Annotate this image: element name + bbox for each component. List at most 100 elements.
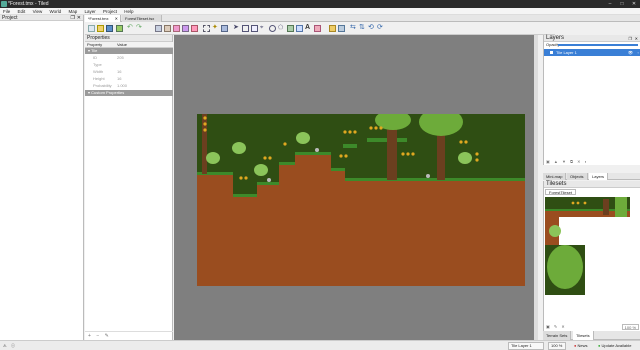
map-vertical-scrollbar[interactable] [534, 35, 538, 340]
prop-value: 16 [117, 69, 122, 74]
prop-row-height[interactable]: Height 16 [85, 76, 173, 82]
menu-edit[interactable]: Edit [15, 8, 29, 15]
flip-horizontal-icon[interactable]: ⇆ [350, 24, 357, 32]
duplicate-layer-icon[interactable]: ⧉ [570, 159, 573, 164]
insert-tile-icon[interactable] [287, 25, 294, 32]
tile-map[interactable] [197, 114, 525, 286]
tilesets-tabs: Terrain Sets Tilesets [543, 331, 640, 340]
prop-row-type[interactable]: Type [85, 62, 173, 68]
insert-text-icon[interactable]: A [305, 24, 312, 32]
delete-layer-icon[interactable]: ✕ [577, 159, 580, 164]
remove-tileset-icon[interactable]: ✕ [561, 324, 564, 329]
add-property-icon[interactable]: + [88, 333, 91, 339]
current-layer-selector[interactable]: Tile Layer 1 [508, 342, 544, 350]
tab-forest-tmx[interactable]: *Forest.tmx ✕ [85, 15, 121, 22]
eraser-icon[interactable] [191, 25, 198, 32]
opacity-slider[interactable] [558, 44, 638, 46]
close-icon[interactable]: ✕ [628, 0, 640, 8]
tileset-tab[interactable]: ForestTileset [545, 189, 576, 195]
prop-key: Type [93, 62, 102, 67]
tab-forest-tileset[interactable]: ForestTileset.tsx [122, 15, 162, 22]
flip-vertical-icon[interactable]: ⇅ [359, 24, 366, 32]
rotate-right-icon[interactable]: ⟳ [377, 24, 384, 32]
stamp-icon[interactable] [155, 25, 162, 32]
menu-help[interactable]: Help [121, 8, 136, 15]
rotate-left-icon[interactable]: ⟲ [368, 24, 375, 32]
lock-icon[interactable]: ▫ [638, 49, 639, 56]
tileset-image[interactable] [545, 197, 630, 307]
float-icon[interactable]: ❐ [71, 15, 75, 21]
new-layer-icon[interactable]: ▣ [546, 159, 550, 164]
news-button[interactable]: ● News [574, 341, 588, 350]
grass-strip [295, 152, 331, 155]
insert-polygon-icon[interactable]: ⬠ [278, 25, 285, 32]
tab-tilesets[interactable]: Tilesets [573, 331, 594, 340]
edit-polygons-icon[interactable] [242, 25, 249, 32]
layers-panel: Layers ❐ ✕ Opacity: Tile Layer 1 👁 ▫ ▣ ▲… [543, 35, 640, 165]
redo-icon[interactable]: ↷ [136, 24, 143, 32]
export-icon[interactable] [116, 25, 123, 32]
tab-objects[interactable]: Objects [567, 173, 588, 180]
menu-file[interactable]: File [0, 8, 13, 15]
minimize-icon[interactable]: – [604, 0, 616, 8]
terrain-icon[interactable] [164, 25, 171, 32]
tab-layers[interactable]: Layers [589, 173, 609, 180]
bucket-fill-icon[interactable] [173, 25, 180, 32]
remove-property-icon[interactable]: − [96, 333, 99, 339]
menu-map[interactable]: Map [65, 8, 80, 15]
layer-up-icon[interactable]: ▲ [554, 159, 558, 164]
properties-section-tile[interactable]: ▾ Tile [85, 48, 173, 54]
menu-view[interactable]: View [30, 8, 46, 15]
grass-strip [279, 162, 295, 165]
tab-terrain-sets[interactable]: Terrain Sets [543, 331, 572, 340]
float-icon[interactable]: ❐ [628, 35, 632, 42]
layer-down-icon[interactable]: ▼ [562, 159, 566, 164]
status-info-icon[interactable]: ⓘ [11, 341, 15, 350]
magic-wand-icon[interactable]: ✦ [212, 24, 219, 32]
prop-row-id[interactable]: ID 205 [85, 55, 173, 61]
prop-value: 1.000 [117, 83, 128, 88]
insert-rectangle-icon[interactable] [251, 25, 258, 32]
prop-row-probability[interactable]: Probability 1.000 [85, 83, 173, 89]
menu-bar: File Edit View World Map Layer Project H… [0, 8, 640, 15]
update-button[interactable]: ● Update Available [598, 341, 632, 350]
menu-world[interactable]: World [47, 8, 65, 15]
shape-fill-icon[interactable] [182, 25, 189, 32]
tab-minimap[interactable]: Mini-map [543, 173, 567, 180]
insert-template-icon[interactable] [296, 25, 303, 32]
maximize-icon[interactable]: □ [616, 0, 628, 8]
tileset-zoom[interactable]: 100 % [621, 324, 639, 330]
visibility-eye-icon[interactable]: 👁 [628, 49, 633, 56]
select-objects-icon[interactable]: ➤ [233, 24, 240, 32]
dirt-block [233, 196, 257, 286]
select-same-icon[interactable] [221, 25, 228, 32]
rect-select-icon[interactable] [203, 25, 210, 32]
insert-point-icon[interactable]: ⌖ [260, 25, 267, 32]
map-viewport[interactable] [174, 35, 538, 340]
zoom-selector[interactable]: 100 % [548, 342, 566, 350]
menu-layer[interactable]: Layer [81, 8, 98, 15]
status-warning-icon[interactable]: ⚠ [3, 341, 7, 350]
wang-fill-icon[interactable] [338, 25, 345, 32]
random-mode-icon[interactable] [329, 25, 336, 32]
new-icon[interactable] [88, 25, 95, 32]
new-tileset-icon[interactable]: ▣ [546, 324, 550, 329]
close-panel-icon[interactable]: ✕ [77, 15, 81, 21]
edit-tileset-icon[interactable]: ✎ [554, 324, 557, 329]
open-icon[interactable] [97, 25, 104, 32]
toggle-others-icon[interactable]: ◐ [585, 159, 587, 164]
insert-ellipse-icon[interactable] [269, 25, 276, 32]
custom-properties-section[interactable]: ▾ Custom Properties [85, 90, 173, 96]
layer-row-tile-layer-1[interactable]: Tile Layer 1 👁 ▫ [544, 49, 640, 56]
close-panel-icon[interactable]: ✕ [635, 35, 638, 42]
world-tool-icon[interactable] [314, 25, 321, 32]
dirt-block [197, 174, 233, 286]
tree-trunk [437, 130, 445, 180]
save-icon[interactable] [106, 25, 113, 32]
grass-strip [345, 178, 525, 181]
undo-icon[interactable]: ↶ [127, 24, 134, 32]
close-tab-icon[interactable]: ✕ [115, 15, 118, 22]
menu-project[interactable]: Project [100, 8, 120, 15]
rename-property-icon[interactable]: ✎ [105, 333, 109, 339]
prop-row-width[interactable]: Width 16 [85, 69, 173, 75]
